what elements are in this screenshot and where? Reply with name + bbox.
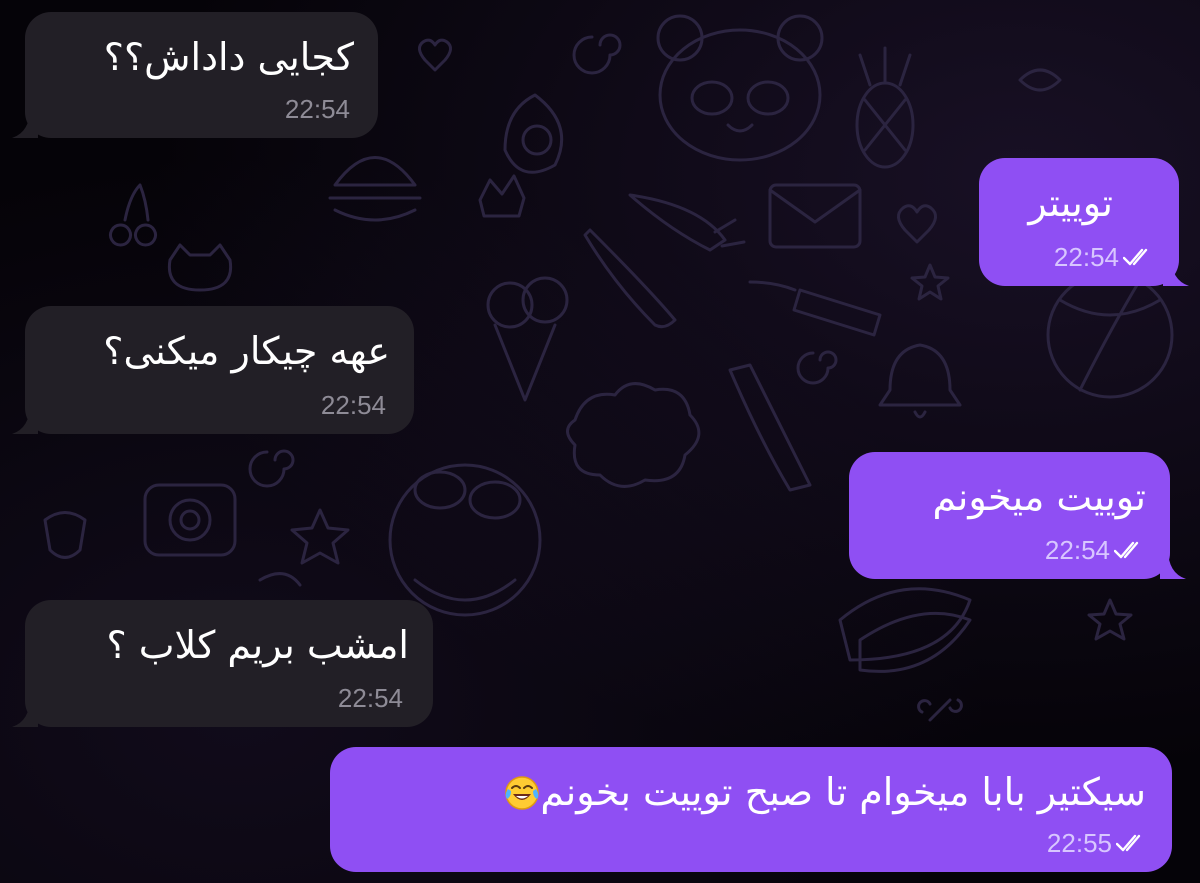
bone-doodle	[917, 698, 963, 722]
message-text: عهه چیکار میکنی؟	[103, 329, 390, 373]
read-double-check-icon	[1114, 540, 1144, 560]
spiral-doodle	[248, 449, 295, 488]
spiral-doodle	[796, 350, 838, 385]
dynamite-doodle	[748, 280, 882, 337]
burger-doodle	[328, 156, 422, 222]
avocado-doodle	[503, 93, 564, 174]
message-bubble-incoming[interactable]: امشب بریم کلاب ؟ 22:54	[25, 600, 433, 727]
message-meta: 22:54	[285, 94, 350, 124]
cherry-doodle	[109, 183, 157, 247]
bubble-tail	[12, 404, 38, 434]
envelope-doodle	[768, 183, 862, 249]
bubble-tail	[12, 108, 38, 138]
message-text: توییتر	[1028, 181, 1113, 225]
read-double-check-icon	[1116, 833, 1146, 853]
crown-doodle	[478, 174, 526, 218]
star-doodle	[1087, 598, 1133, 641]
message-bubble-outgoing[interactable]: توییتر 22:54	[979, 158, 1179, 286]
message-meta: 22:54	[338, 683, 403, 713]
bubble-tail	[1163, 256, 1189, 286]
spiral-doodle	[572, 33, 622, 75]
bell-doodle	[878, 343, 962, 419]
message-bubble-outgoing[interactable]: توییت میخونم 22:54	[849, 452, 1170, 579]
camera-doodle	[143, 483, 237, 557]
message-text-content: سیکتیر بابا میخوام تا صبح توییت بخونم	[540, 770, 1146, 814]
bubble-tail	[1160, 549, 1186, 579]
message-time: 22:54	[1044, 535, 1110, 565]
star-doodle	[290, 508, 350, 565]
message-time: 22:54	[320, 390, 386, 420]
laughing-tears-emoji-icon	[504, 775, 540, 811]
carrot-doodle	[628, 193, 746, 252]
cat-doodle	[167, 243, 233, 292]
acorn-doodle	[43, 511, 87, 559]
sheep-doodle	[566, 382, 701, 488]
message-bubble-incoming[interactable]: عهه چیکار میکنی؟ 22:54	[25, 306, 414, 434]
message-text: سیکتیر بابا میخوام تا صبح توییت بخونم	[502, 769, 1146, 815]
message-time: 22:54	[284, 94, 350, 124]
panda-doodle	[656, 14, 824, 162]
rocket-doodle	[583, 228, 677, 329]
read-double-check-icon	[1123, 247, 1153, 267]
heart-doodle	[897, 204, 937, 244]
message-text: امشب بریم کلاب ؟	[106, 623, 409, 667]
message-bubble-incoming[interactable]: کجایی داداش؟؟ 22:54	[25, 12, 378, 138]
umbrella-doodle	[728, 363, 812, 492]
heart-doodle	[418, 38, 452, 72]
swirl-doodle	[258, 572, 302, 587]
message-meta: 22:55	[1047, 828, 1146, 858]
bubble-tail	[12, 697, 38, 727]
message-time: 22:54	[1053, 242, 1119, 272]
message-bubble-outgoing[interactable]: سیکتیر بابا میخوام تا صبح توییت بخونم 22…	[330, 747, 1172, 872]
ice-cream-doodle	[486, 276, 569, 402]
duck-doodle	[388, 463, 542, 617]
star-doodle	[910, 263, 950, 301]
message-text: توییت میخونم	[932, 475, 1147, 519]
message-meta: 22:54	[321, 390, 386, 420]
ball-doodle	[1046, 271, 1174, 399]
message-text: کجایی داداش؟؟	[103, 35, 354, 79]
message-meta: 22:54	[1054, 242, 1153, 272]
feather-doodle	[858, 611, 972, 673]
message-time: 22:55	[1046, 828, 1112, 858]
message-time: 22:54	[337, 683, 403, 713]
pineapple-doodle	[855, 46, 915, 169]
message-meta: 22:54	[1045, 535, 1144, 565]
swirl-doodle	[1018, 68, 1062, 92]
